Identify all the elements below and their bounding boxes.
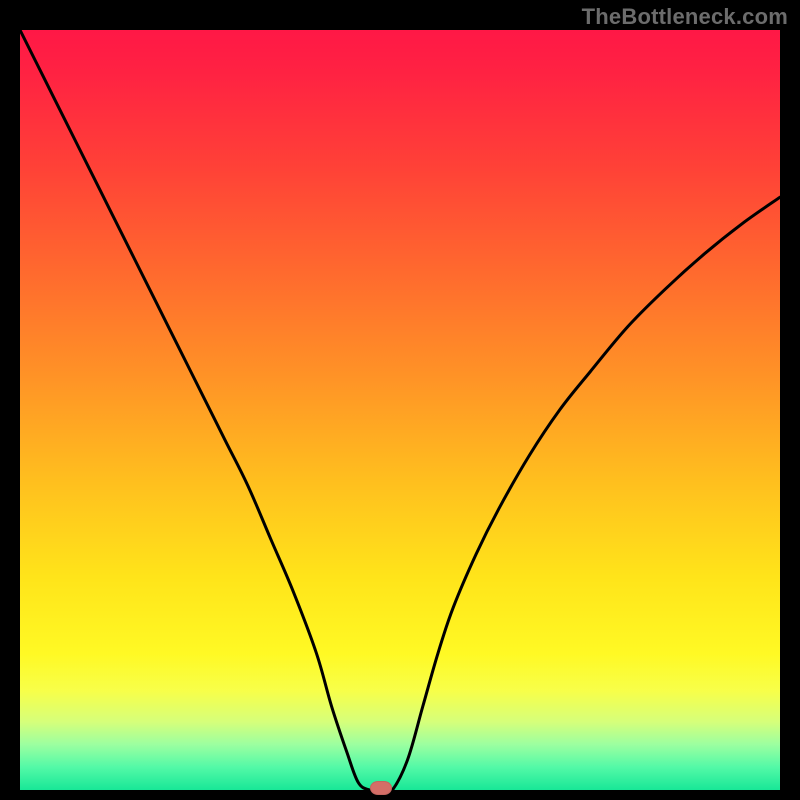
plot-area — [20, 30, 780, 790]
chart-frame: TheBottleneck.com — [0, 0, 800, 800]
bottleneck-curve — [20, 30, 780, 790]
curve-path — [20, 30, 780, 790]
optimal-point-marker — [370, 781, 392, 795]
watermark-text: TheBottleneck.com — [582, 4, 788, 30]
